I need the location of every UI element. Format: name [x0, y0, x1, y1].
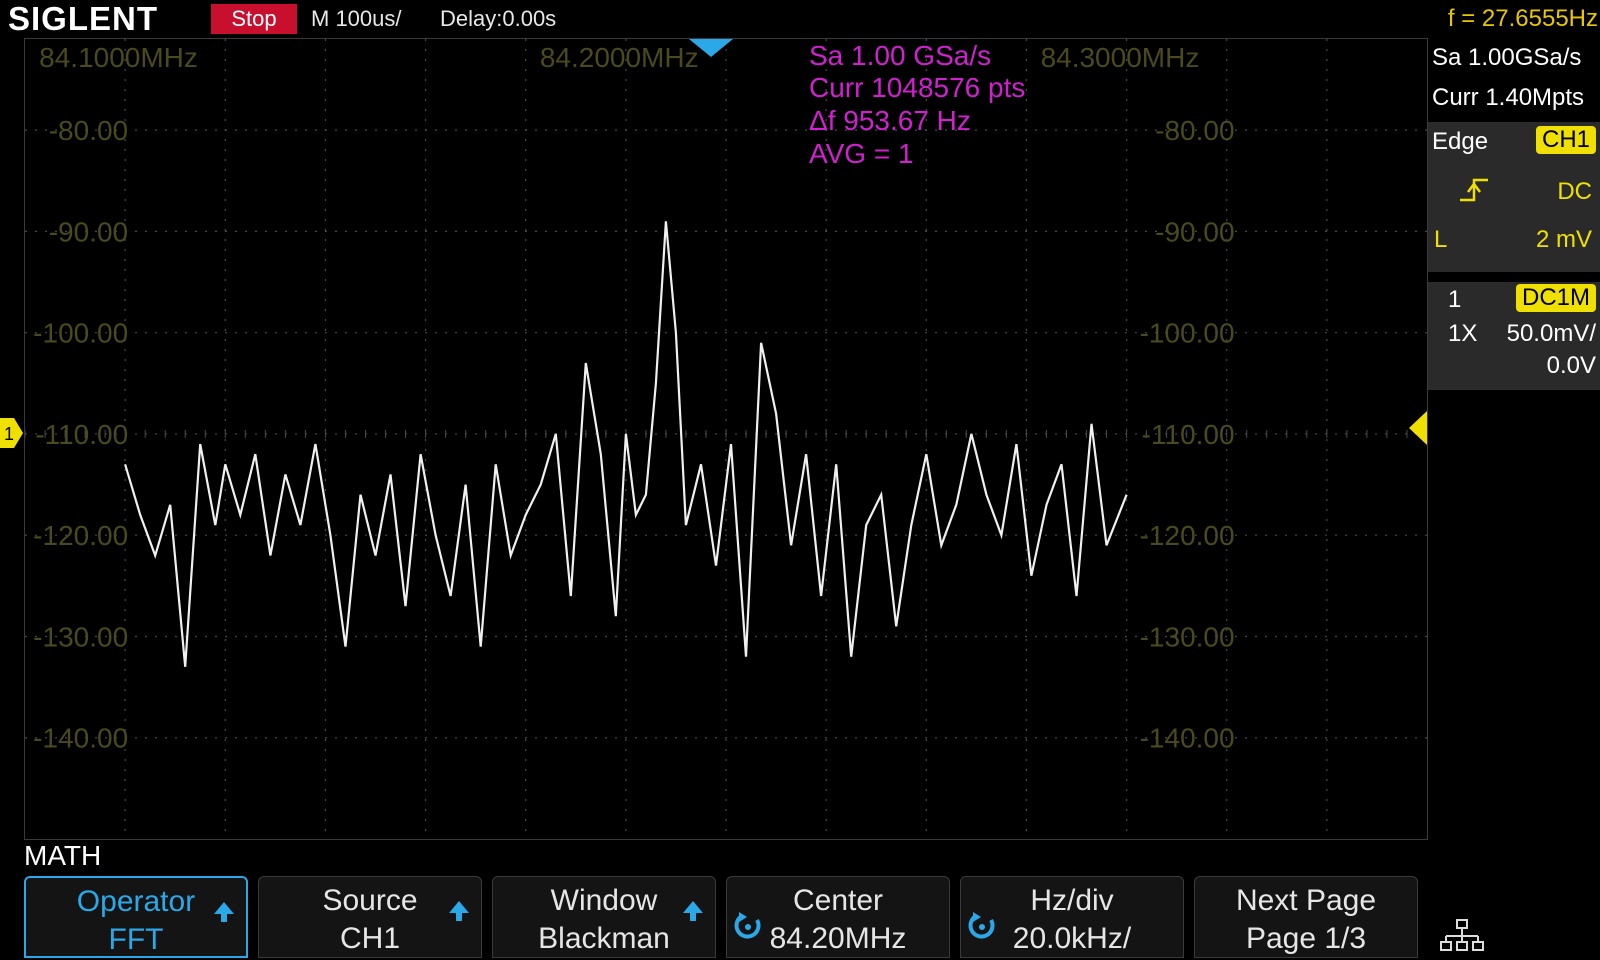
source-value: CH1 [339, 922, 400, 955]
run-stop-indicator[interactable]: Stop [211, 4, 297, 34]
window-softkey[interactable]: Window Blackman [492, 876, 716, 958]
y-tick-label-right: -100.00 [1140, 318, 1235, 349]
window-value: Blackman [538, 922, 670, 955]
trigger-type: Edge [1432, 128, 1489, 155]
operator-softkey[interactable]: Operator FFT [24, 876, 248, 958]
y-tick-label-right: -90.00 [1155, 216, 1234, 247]
trigger-panel[interactable]: Edge CH1 DC L 2 mV [1428, 122, 1600, 272]
network-icon [1440, 919, 1484, 951]
delay-readout[interactable]: Delay:0.00s [440, 4, 556, 34]
x-tick-label: 84.3000MHz [1041, 42, 1200, 73]
x-tick-label: 84.1000MHz [39, 42, 198, 73]
rotary-knob-icon [968, 912, 995, 939]
up-arrow-icon [449, 901, 469, 921]
y-tick-label-right: -140.00 [1140, 723, 1235, 754]
y-tick-label-left: -140.00 [33, 723, 128, 754]
trigger-source-badge: CH1 [1535, 126, 1596, 154]
info-delta-f: Δf 953.67 Hz [809, 105, 971, 136]
y-tick-label-right: -110.00 [1142, 419, 1235, 450]
y-axis-labels-right: -80.00 -90.00 -100.00 -110.00 -120.00 -130.00… [1140, 115, 1235, 754]
operator-value: FFT [108, 923, 164, 956]
y-tick-label-left: -90.00 [49, 216, 128, 247]
source-softkey[interactable]: Source CH1 [258, 876, 482, 958]
softkey-bar: Operator FFT Source CH1 Window Blackman … [24, 876, 1426, 960]
trigger-coupling: DC [1557, 178, 1592, 205]
channel-probe: 1X [1448, 320, 1478, 347]
side-current-points: Curr 1.40Mpts [1432, 84, 1585, 111]
hz-per-div-softkey[interactable]: Hz/div 20.0kHz/ [960, 876, 1184, 958]
side-sample-rate: Sa 1.00GSa/s [1432, 44, 1582, 71]
trigger-level-label: L [1434, 226, 1448, 253]
y-tick-label-left: -100.00 [33, 318, 128, 349]
channel-impedance-badge: DC1M [1515, 284, 1596, 312]
rotary-knob-icon [734, 912, 761, 939]
rising-edge-icon [1460, 178, 1488, 202]
page-indicator: Page 1/3 [1245, 922, 1367, 955]
next-page-softkey[interactable]: Next Page Page 1/3 [1194, 876, 1418, 958]
channel-1-marker[interactable]: 1 [0, 418, 24, 448]
frequency-counter: f = 27.6555Hz [1447, 5, 1598, 32]
y-tick-label-left: -130.00 [33, 621, 128, 652]
timebase-readout[interactable]: M 100us/ [311, 4, 402, 34]
status-bar: SIGLENT Stop M 100us/ Delay:0.00s f = 27… [0, 0, 1600, 38]
y-tick-label-right: -120.00 [1140, 520, 1235, 551]
up-arrow-icon [683, 901, 703, 921]
brand-logo: SIGLENT [8, 0, 159, 37]
x-axis-labels: 84.1000MHz 84.2000MHz 84.3000MHz [39, 42, 1199, 73]
info-overlay: Sa 1.00 GSa/s Curr 1048576 pts Δf 953.67… [809, 40, 1025, 169]
trigger-level: 2 mV [1535, 226, 1592, 253]
y-tick-label-left: -110.00 [35, 419, 128, 450]
y-tick-label-left: -80.00 [49, 115, 128, 146]
y-tick-label-right: -80.00 [1155, 115, 1234, 146]
waveform-display[interactable]: 84.1000MHz 84.2000MHz 84.3000MHz -80.00 -90… [24, 38, 1428, 840]
operator-label: Operator [76, 885, 196, 918]
menu-title: MATH [24, 840, 102, 871]
center-softkey[interactable]: Center 84.20MHz [726, 876, 950, 958]
window-label: Window [550, 884, 658, 917]
info-average: AVG = 1 [809, 138, 914, 169]
y-tick-label-left: -120.00 [33, 520, 128, 551]
up-arrow-icon [214, 902, 234, 922]
y-axis-labels-left: -80.00 -90.00 -100.00 -110.00 -120.00 -130.00… [33, 115, 128, 754]
channel-scale: 50.0mV/ [1506, 320, 1596, 347]
next-page-label: Next Page [1235, 884, 1377, 917]
channel-1-panel[interactable]: 1 DC1M 1X 50.0mV/ 0.0V [1428, 282, 1600, 390]
svg-text:1: 1 [4, 424, 14, 444]
info-current-points: Curr 1048576 pts [809, 72, 1025, 103]
fft-plot[interactable]: 84.1000MHz 84.2000MHz 84.3000MHz -80.00 -90… [24, 39, 1427, 839]
channel-number: 1 [1448, 286, 1462, 313]
source-label: Source [322, 884, 418, 917]
trigger-level-marker[interactable] [1409, 411, 1427, 445]
y-tick-label-right: -130.00 [1140, 621, 1235, 652]
channel-offset: 0.0V [1546, 352, 1596, 379]
info-sample-rate: Sa 1.00 GSa/s [809, 40, 991, 71]
x-tick-label: 84.2000MHz [540, 42, 699, 73]
